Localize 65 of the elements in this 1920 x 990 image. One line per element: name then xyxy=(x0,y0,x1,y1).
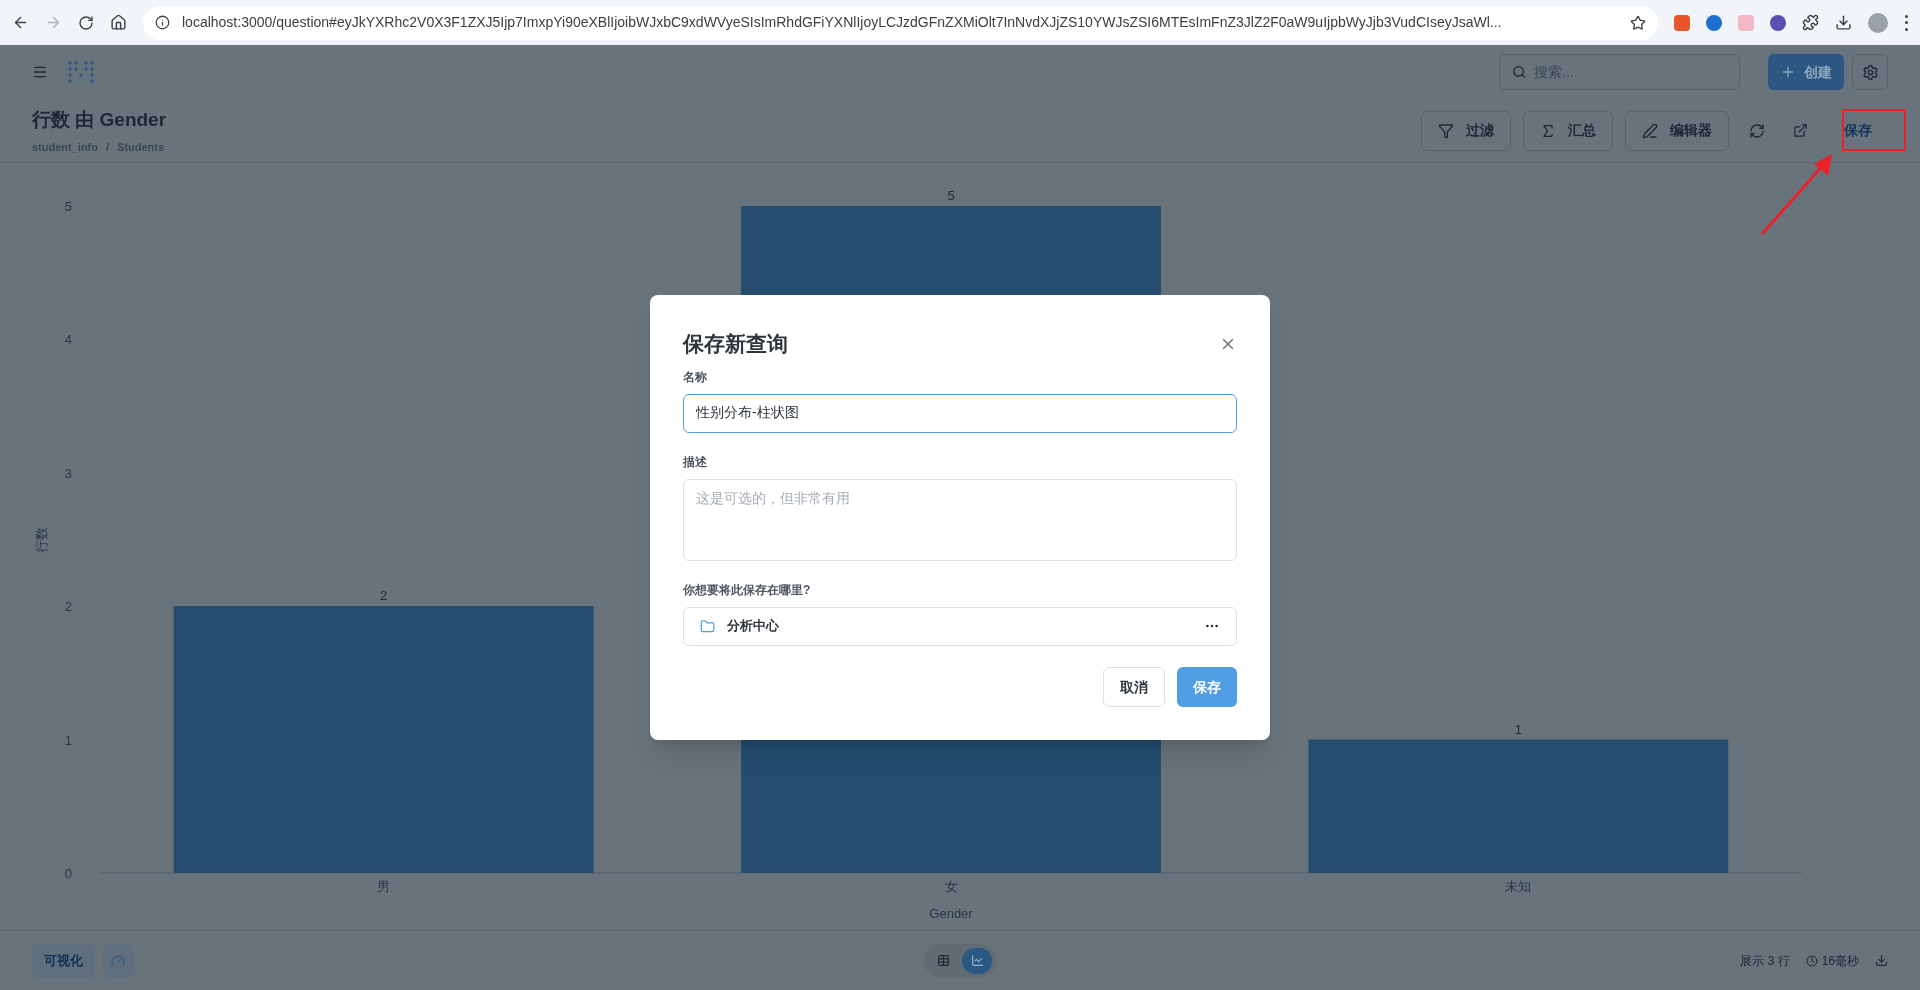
bar-value-label: 1 xyxy=(1514,721,1522,737)
description-field[interactable]: 这是可选的，但非常有用 xyxy=(683,478,1237,561)
menu-icon[interactable] xyxy=(32,64,48,80)
profile-avatar[interactable] xyxy=(1868,12,1888,33)
toolbar-button[interactable]: 编辑器 xyxy=(1625,110,1729,151)
y-tick-label: 5 xyxy=(64,199,72,214)
sum-icon xyxy=(1540,122,1556,139)
x-axis-label: Gender xyxy=(929,906,973,921)
x-tick-label: 未知 xyxy=(1505,879,1532,894)
y-tick-label: 3 xyxy=(64,465,72,481)
y-tick-label: 0 xyxy=(64,866,72,881)
settings-button[interactable] xyxy=(1852,54,1888,90)
plus-icon xyxy=(1780,64,1796,80)
filter-icon xyxy=(1438,122,1454,139)
search-icon xyxy=(1512,64,1527,80)
visualize-button[interactable]: 可视化 xyxy=(32,943,95,978)
view-toggle[interactable] xyxy=(962,947,992,974)
extension-icon[interactable] xyxy=(1770,14,1786,31)
y-tick-label: 2 xyxy=(64,599,72,615)
save-link[interactable]: 保存 xyxy=(1828,110,1888,151)
settings-icon xyxy=(1861,63,1879,81)
x-tick-label: 男 xyxy=(377,879,391,894)
forward-icon[interactable] xyxy=(45,14,62,31)
question-title: 行数 由 Gender xyxy=(32,108,167,132)
collection-name: 分析中心 xyxy=(727,617,780,636)
field-label: 描述 xyxy=(683,453,708,471)
chart-icon xyxy=(970,954,984,967)
cancel-button[interactable]: 取消 xyxy=(1103,667,1165,707)
puzzle-icon[interactable] xyxy=(1802,14,1819,31)
home-icon[interactable] xyxy=(110,14,127,31)
extension-icon[interactable] xyxy=(1674,14,1690,31)
highlight-frame xyxy=(1842,109,1906,151)
url-text: localhost:3000/question#eyJkYXRhc2V0X3F1ZXJ5Ijp7ImxpYi90eXBlIjoibWJxbC9xdWVyeSIsImRhdGFiYXNlIjoyLCJzdGFnZXMiOlt7InNvdXJjZS10YWJsZSI6MTEsImFnZ3JlZ2F0aW9uIjpbWyJjb3VudCIseyJsaWl... xyxy=(182,13,1503,32)
y-tick-label: 1 xyxy=(64,732,72,748)
table-icon xyxy=(936,954,950,967)
dialog-title: 保存新查询 xyxy=(683,331,788,357)
back-icon[interactable] xyxy=(12,14,29,31)
bar-value-label: 2 xyxy=(380,588,388,604)
toolbar-button[interactable]: 过滤 xyxy=(1421,110,1511,151)
share-icon[interactable] xyxy=(1793,123,1808,138)
extension-icon[interactable] xyxy=(1706,14,1722,31)
x-tick-label: 女 xyxy=(944,879,958,894)
field-label: 你想要将此保存在哪里? xyxy=(683,581,812,599)
name-field[interactable]: 性别分布-柱状图 xyxy=(683,393,1237,433)
field-label: 名称 xyxy=(683,368,708,386)
breadcrumb-separator: / xyxy=(106,139,110,155)
editor-icon xyxy=(1642,122,1658,139)
folder-icon xyxy=(700,618,715,634)
query-time: 16毫秒 xyxy=(1821,952,1859,970)
clock-icon xyxy=(1805,954,1818,967)
info-icon[interactable] xyxy=(155,15,170,30)
bookmark-star-icon[interactable] xyxy=(1630,14,1646,31)
address-bar[interactable]: localhost:3000/question#eyJkYXRhc2V0X3F1ZXJ5Ijp7ImxpYi90eXBlIjoibWJxbC9xdWVyeSIsImRhdGFiYXNlIjoyLCJzdGFnZXMiOlt7InNvdXJjZS10YWJsZSI6MTEsImFnZ3JlZ2F0aW9uIjpbWyJjb3VudCIseyJsaWl... xyxy=(143,5,1658,40)
create-button[interactable]: 创建 xyxy=(1768,54,1844,90)
collection-picker[interactable]: 分析中心 xyxy=(683,606,1237,646)
download-icon[interactable] xyxy=(1835,14,1852,31)
refresh-icon[interactable] xyxy=(1749,122,1765,139)
reload-icon[interactable] xyxy=(78,14,94,31)
y-tick-label: 4 xyxy=(64,332,72,348)
y-axis-label: 行数 xyxy=(34,526,49,553)
save-button[interactable]: 保存 xyxy=(1177,667,1237,707)
bar-value-label: 5 xyxy=(947,188,955,203)
toolbar-button[interactable]: 汇总 xyxy=(1523,110,1613,151)
more-menu-icon[interactable] xyxy=(1904,14,1908,31)
row-count: 展示 3 行 xyxy=(1740,952,1790,970)
